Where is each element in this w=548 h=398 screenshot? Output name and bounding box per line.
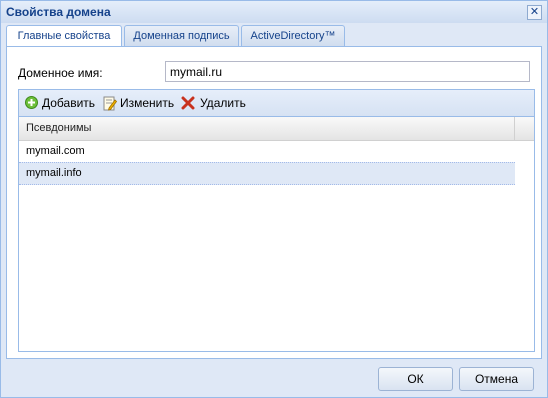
tab-main-properties[interactable]: Главные свойства (6, 25, 122, 48)
title-bar[interactable]: Свойства домена ✕ (1, 1, 547, 23)
delete-icon (181, 96, 195, 110)
tab-domain-signature[interactable]: Доменная подпись (124, 25, 239, 47)
table-row-selected[interactable]: mymail.info (19, 162, 515, 185)
aliases-grid: Добавить Изменить Удалить Псевдонимы mym… (18, 89, 535, 352)
aliases-column-header[interactable]: Псевдонимы (26, 117, 91, 140)
alias-cell: mymail.info (26, 167, 82, 179)
add-icon (25, 96, 38, 109)
cancel-button[interactable]: Отмена (459, 367, 534, 391)
add-label: Добавить (42, 96, 96, 110)
add-button[interactable]: Добавить (25, 95, 101, 112)
delete-button[interactable]: Удалить (181, 95, 247, 112)
grid-toolbar: Добавить Изменить Удалить (19, 90, 534, 117)
close-icon[interactable]: ✕ (527, 5, 542, 20)
column-separator (514, 117, 515, 140)
alias-cell: mymail.com (26, 145, 85, 157)
tab-active-directory[interactable]: ActiveDirectory™ (241, 25, 345, 47)
domain-name-input[interactable]: mymail.ru (165, 61, 530, 82)
ok-button[interactable]: ОК (378, 367, 453, 391)
domain-name-label: Доменное имя: (18, 66, 103, 80)
grid-header: Псевдонимы (19, 117, 534, 141)
domain-properties-dialog: Свойства домена ✕ Главные свойства Домен… (0, 0, 548, 398)
edit-button[interactable]: Изменить (103, 95, 179, 112)
dialog-title: Свойства домена (6, 5, 111, 19)
delete-label: Удалить (200, 96, 246, 110)
main-properties-panel: Доменное имя: mymail.ru Добавить Изменит… (6, 47, 542, 359)
edit-label: Изменить (120, 96, 175, 110)
edit-icon (103, 96, 117, 111)
tab-bar: Главные свойства Доменная подпись Active… (6, 25, 542, 48)
table-row[interactable]: mymail.com (19, 141, 515, 163)
